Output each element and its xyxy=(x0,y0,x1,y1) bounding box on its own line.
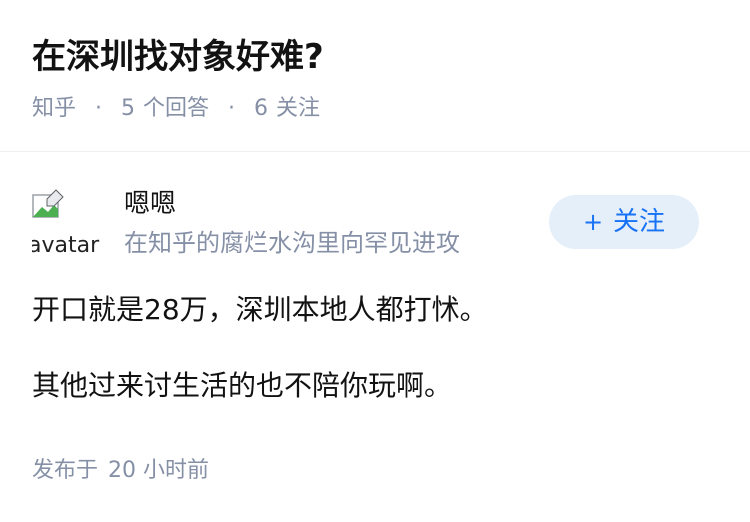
publish-time: 发布于 20 小时前 xyxy=(32,456,209,486)
meta-separator: · xyxy=(228,96,236,121)
follow-button-label: 关注 xyxy=(613,207,666,237)
source-label: 知乎 xyxy=(32,96,77,121)
author-name[interactable]: 嗯嗯 xyxy=(124,187,176,221)
avatar[interactable]: avatar xyxy=(32,189,100,257)
answer-paragraph: 其他过来讨生活的也不陪你玩啊。 xyxy=(32,369,453,402)
answer-paragraph: 开口就是28万，深圳本地人都打怵。 xyxy=(32,293,488,326)
publish-time-value: 20 小时前 xyxy=(108,458,210,483)
answers-label: 个回答 xyxy=(143,96,210,121)
avatar-alt-text: avatar xyxy=(32,233,100,257)
broken-image-icon xyxy=(32,189,64,218)
answer-content: 开口就是28万，深圳本地人都打怵。 其他过来讨生活的也不陪你玩啊。 xyxy=(32,290,722,406)
follow-button[interactable]: + 关注 xyxy=(549,195,699,249)
question-meta: 知乎 · 5 个回答 · 6 关注 xyxy=(32,94,722,124)
plus-icon: + xyxy=(582,208,604,236)
followers-count: 6 xyxy=(254,96,269,121)
divider xyxy=(0,151,750,152)
question-header: 在深圳找对象好难? 知乎 · 5 个回答 · 6 关注 xyxy=(32,32,722,124)
followers-label: 关注 xyxy=(276,96,321,121)
question-title[interactable]: 在深圳找对象好难? xyxy=(32,32,722,82)
publish-label: 发布于 xyxy=(32,458,99,483)
author-headline: 在知乎的腐烂水沟里向罕见进攻 xyxy=(124,229,460,257)
answer-author: avatar 嗯嗯 在知乎的腐烂水沟里向罕见进攻 + 关注 xyxy=(32,185,718,265)
answer-page: 在深圳找对象好难? 知乎 · 5 个回答 · 6 关注 avatar 嗯嗯 在知乎的… xyxy=(0,0,750,522)
meta-separator: · xyxy=(95,96,103,121)
answers-count: 5 xyxy=(121,96,136,121)
